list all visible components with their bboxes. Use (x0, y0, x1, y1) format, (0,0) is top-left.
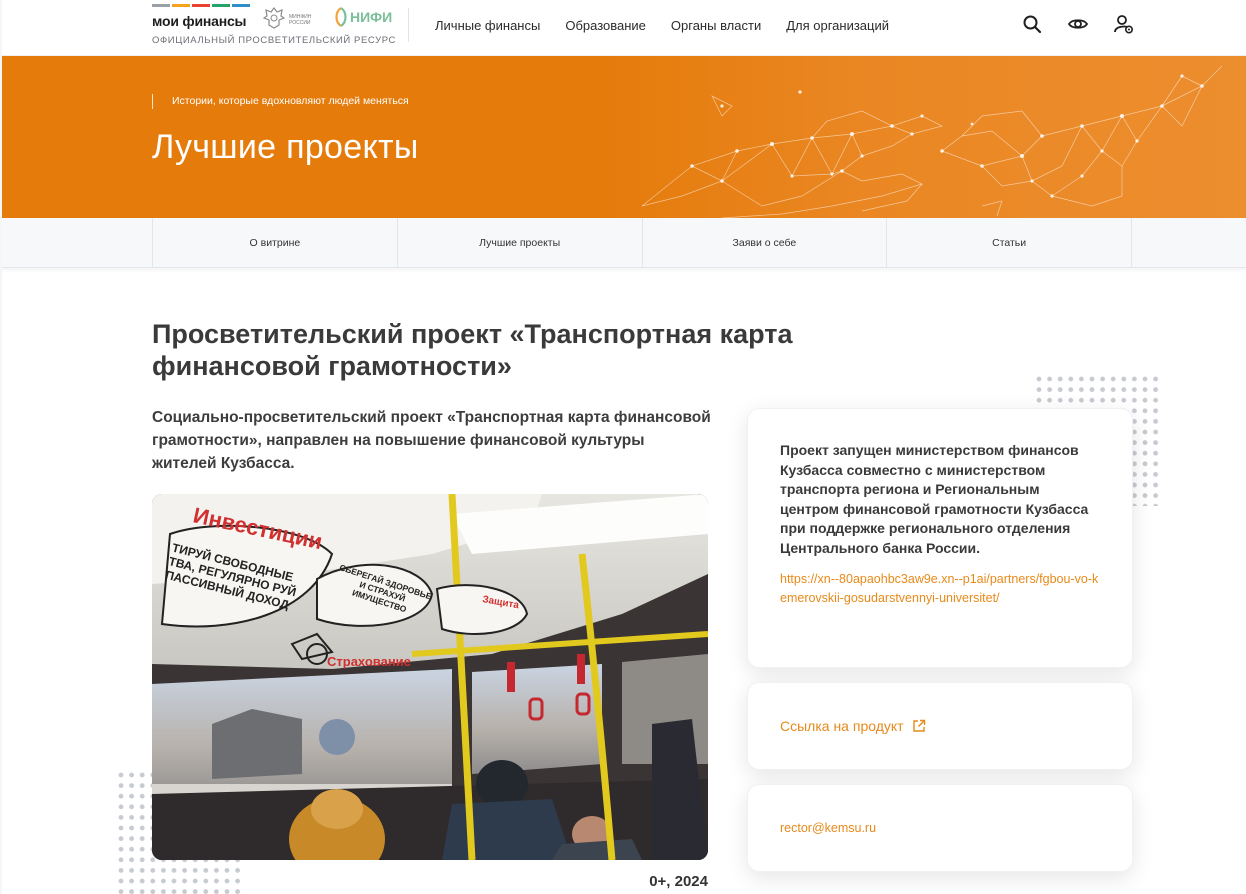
tab-apply[interactable]: Заяви о себе (641, 218, 887, 268)
hero-kicker: Истории, которые вдохновляют людей менят… (152, 94, 409, 109)
logo-text: мои финансы (152, 13, 247, 29)
hands-network-illustration (641, 65, 1223, 218)
nifi-leaf-icon (335, 7, 347, 27)
external-link-icon (912, 719, 925, 732)
nav-personal-finance[interactable]: Личные финансы (435, 18, 540, 33)
bus-interior-image: Инвестиции Страхование Защита ТИРУЙ СВОБ… (152, 494, 708, 860)
project-description: Проект запущен министерством финансов Ку… (780, 442, 1089, 556)
nav-organizations[interactable]: Для организаций (786, 18, 889, 33)
minfin-label: МИНФИН РОССИИ (289, 14, 312, 26)
tab-best-projects[interactable]: Лучшие проекты (396, 218, 642, 268)
tab-articles[interactable]: Статьи (886, 218, 1132, 268)
info-card: Проект запущен министерством финансов Ку… (747, 408, 1133, 668)
header-actions (1022, 14, 1134, 34)
nav-education[interactable]: Образование (565, 18, 646, 33)
site-logo[interactable]: мои финансы МИНФИН РОССИИ НИФИ ОФИЦИАЛЬН… (152, 4, 398, 52)
hero-banner: Истории, которые вдохновляют людей менят… (2, 56, 1246, 218)
product-link[interactable]: Ссылка на продукт (780, 718, 926, 734)
nifi-label: НИФИ (350, 9, 393, 25)
page: мои финансы МИНФИН РОССИИ НИФИ ОФИЦИАЛЬН… (2, 0, 1246, 894)
eye-icon[interactable] (1068, 14, 1088, 34)
user-settings-icon[interactable] (1114, 14, 1134, 34)
logo-subtitle: ОФИЦИАЛЬНЫЙ ПРОСВЕТИТЕЛЬСКИЙ РЕСУРС (152, 35, 396, 46)
logo-stripes (152, 4, 250, 7)
nav-government[interactable]: Органы власти (671, 18, 761, 33)
age-and-year: 0+, 2024 (649, 873, 708, 890)
main-nav: Личные финансы Образование Органы власти… (435, 0, 914, 50)
email-card: rector@kemsu.ru (747, 784, 1133, 872)
product-link-label: Ссылка на продукт (780, 718, 904, 734)
hero-title: Лучшие проекты (152, 128, 419, 166)
top-header: мои финансы МИНФИН РОССИИ НИФИ ОФИЦИАЛЬН… (2, 0, 1246, 56)
product-link-card[interactable]: Ссылка на продукт (747, 682, 1133, 770)
search-icon[interactable] (1022, 14, 1042, 34)
project-photo: Инвестиции Страхование Защита ТИРУЙ СВОБ… (152, 494, 708, 860)
tab-about-showcase[interactable]: О витрине (152, 218, 397, 268)
photo-label-insurance: Страхование (327, 654, 411, 669)
header-divider (408, 8, 409, 42)
partner-url-link[interactable]: https://xn--80apaohbc3aw9e.xn--p1ai/part… (780, 570, 1102, 608)
article-lead: Социально-просветительский проект «Транс… (152, 409, 711, 472)
eagle-emblem-icon (263, 7, 285, 29)
contact-email-link[interactable]: rector@kemsu.ru (780, 821, 876, 835)
section-tabs: О витрине Лучшие проекты Заяви о себе Ст… (2, 218, 1246, 268)
article-title: Просветительский проект «Транспортная ка… (152, 319, 793, 381)
